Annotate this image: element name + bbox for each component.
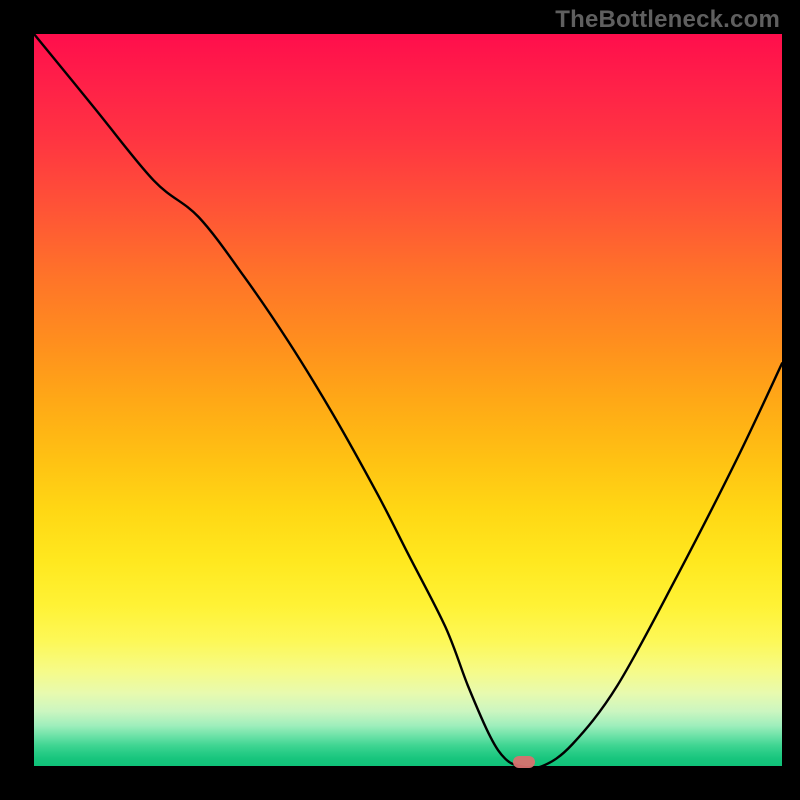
plot-area bbox=[34, 34, 782, 766]
chart-container: TheBottleneck.com bbox=[0, 0, 800, 800]
optimum-marker bbox=[513, 756, 535, 768]
bottleneck-curve bbox=[34, 34, 782, 766]
watermark-text: TheBottleneck.com bbox=[555, 6, 780, 34]
